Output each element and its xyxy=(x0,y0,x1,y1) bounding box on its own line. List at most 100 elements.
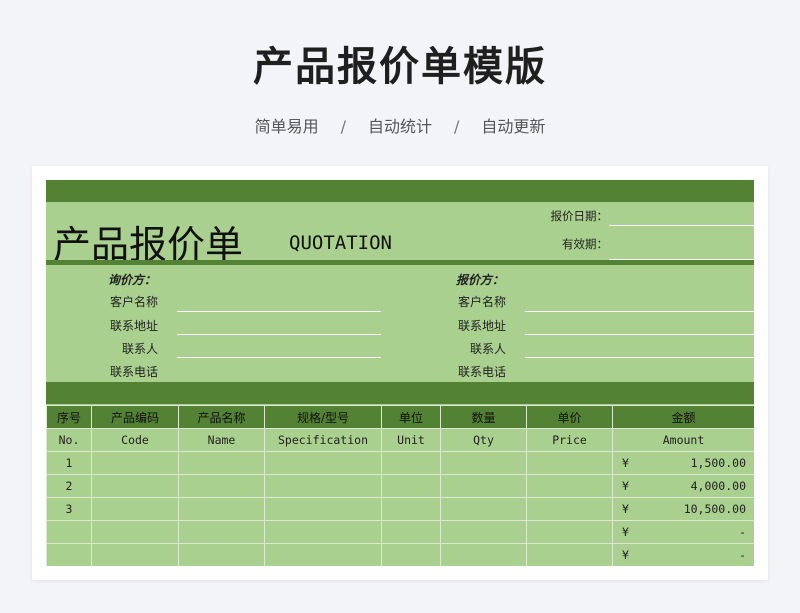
quoter-contact-label: 联系人 xyxy=(469,342,506,356)
quote-date-field[interactable] xyxy=(609,225,754,226)
row-unit-cell[interactable] xyxy=(381,474,441,498)
table-row: 3 ¥10,500.00 xyxy=(46,497,754,521)
header-amount-en: Amount xyxy=(612,428,754,452)
row-spec-cell[interactable] xyxy=(264,451,382,475)
inquirer-customer-field[interactable] xyxy=(177,311,381,312)
amount-value: - xyxy=(739,548,746,562)
inquirer-address-field[interactable] xyxy=(177,334,381,335)
amount-value: 4,000.00 xyxy=(690,479,746,493)
currency-symbol: ¥ xyxy=(622,479,629,493)
row-amount-cell: ¥ - xyxy=(612,520,754,544)
header-no-cn: 序号 xyxy=(46,405,92,429)
header-unit-en: Unit xyxy=(381,428,441,452)
row-unit-cell[interactable] xyxy=(381,543,441,566)
table-row: 2 ¥4,000.00 xyxy=(46,474,754,498)
row-code-cell[interactable] xyxy=(91,543,179,566)
row-code-cell[interactable] xyxy=(91,520,179,544)
inquirer-address-label: 联系地址 xyxy=(109,319,158,333)
valid-period-label: 有效期： xyxy=(562,237,608,251)
row-price-cell[interactable] xyxy=(526,497,613,521)
row-price-cell[interactable] xyxy=(526,474,613,498)
quotation-sheet: 产品报价单 QUOTATION 报价日期： 有效期： 询价方： 客户名称 联系地… xyxy=(46,180,754,566)
row-name-cell[interactable] xyxy=(178,497,265,521)
table-header-cn: 序号 产品编码 产品名称 规格/型号 单位 数量 单价 金额 xyxy=(46,405,754,429)
tag-auto-stats: 自动统计 xyxy=(367,117,432,136)
header-name-en: Name xyxy=(178,428,265,452)
row-no: 2 xyxy=(46,474,92,498)
row-amount-cell: ¥4,000.00 xyxy=(612,474,754,498)
row-no xyxy=(46,520,92,544)
row-spec-cell[interactable] xyxy=(264,474,382,498)
items-band xyxy=(46,382,754,404)
row-no xyxy=(46,543,92,566)
table-row: 1 ¥1,500.00 xyxy=(46,451,754,475)
header-name-cn: 产品名称 xyxy=(178,405,265,429)
inquirer-title: 询价方： xyxy=(108,273,157,287)
divider-band xyxy=(46,260,754,265)
row-code-cell[interactable] xyxy=(91,474,179,498)
top-band xyxy=(46,180,754,202)
row-name-cell[interactable] xyxy=(178,451,265,475)
quoter-address-field[interactable] xyxy=(525,334,754,335)
row-amount-cell: ¥10,500.00 xyxy=(612,497,754,521)
quote-date-label: 报价日期： xyxy=(550,209,609,223)
tag-separator: / xyxy=(454,117,460,136)
row-unit-cell[interactable] xyxy=(381,451,441,475)
header-amount-cn: 金额 xyxy=(612,405,754,429)
row-qty-cell[interactable] xyxy=(440,474,527,498)
inquirer-contact-field[interactable] xyxy=(177,357,381,358)
table-header-en: No. Code Name Specification Unit Qty Pri… xyxy=(46,428,754,452)
header-spec-en: Specification xyxy=(264,428,382,452)
sheet-title-en: QUOTATION xyxy=(289,232,392,254)
page-title: 产品报价单模版 xyxy=(253,44,547,90)
row-price-cell[interactable] xyxy=(526,451,613,475)
table-row: ¥ - xyxy=(46,520,754,544)
row-name-cell[interactable] xyxy=(178,520,265,544)
header-code-en: Code xyxy=(91,428,179,452)
row-amount-cell: ¥ - xyxy=(612,543,754,566)
tag-easy: 简单易用 xyxy=(254,117,319,136)
header-code-cn: 产品编码 xyxy=(91,405,179,429)
quoter-customer-field[interactable] xyxy=(525,311,754,312)
row-qty-cell[interactable] xyxy=(440,451,527,475)
items-table: 序号 产品编码 产品名称 规格/型号 单位 数量 单价 金额 No. Code … xyxy=(46,405,754,566)
quoter-phone-label: 联系电话 xyxy=(457,365,506,379)
header-no-en: No. xyxy=(46,428,92,452)
inquirer-phone-label: 联系电话 xyxy=(109,365,158,379)
row-code-cell[interactable] xyxy=(91,497,179,521)
row-no: 1 xyxy=(46,451,92,475)
inquirer-customer-label: 客户名称 xyxy=(109,295,158,309)
row-qty-cell[interactable] xyxy=(440,497,527,521)
quoter-customer-label: 客户名称 xyxy=(457,295,506,309)
inquirer-contact-label: 联系人 xyxy=(121,342,158,356)
feature-tags: 简单易用 / 自动统计 / 自动更新 xyxy=(0,113,800,137)
preview-card: 产品报价单 QUOTATION 报价日期： 有效期： 询价方： 客户名称 联系地… xyxy=(32,166,768,580)
row-name-cell[interactable] xyxy=(178,543,265,566)
amount-value: 10,500.00 xyxy=(683,502,746,516)
row-spec-cell[interactable] xyxy=(264,520,382,544)
header-price-cn: 单价 xyxy=(526,405,613,429)
header-unit-cn: 单位 xyxy=(381,405,441,429)
row-spec-cell[interactable] xyxy=(264,543,382,566)
row-amount-cell: ¥1,500.00 xyxy=(612,451,754,475)
amount-value: 1,500.00 xyxy=(690,456,746,470)
quoter-contact-field[interactable] xyxy=(525,357,754,358)
row-spec-cell[interactable] xyxy=(264,497,382,521)
row-qty-cell[interactable] xyxy=(440,543,527,566)
row-price-cell[interactable] xyxy=(526,543,613,566)
row-price-cell[interactable] xyxy=(526,520,613,544)
row-qty-cell[interactable] xyxy=(440,520,527,544)
quoter-address-label: 联系地址 xyxy=(457,319,506,333)
tag-auto-update: 自动更新 xyxy=(481,117,546,136)
row-unit-cell[interactable] xyxy=(381,520,441,544)
quoter-title: 报价方： xyxy=(456,273,505,287)
row-name-cell[interactable] xyxy=(178,474,265,498)
row-no: 3 xyxy=(46,497,92,521)
currency-symbol: ¥ xyxy=(622,548,629,562)
table-row: ¥ - xyxy=(46,543,754,566)
amount-value: - xyxy=(739,525,746,539)
header-qty-cn: 数量 xyxy=(440,405,527,429)
row-code-cell[interactable] xyxy=(91,451,179,475)
currency-symbol: ¥ xyxy=(622,525,629,539)
row-unit-cell[interactable] xyxy=(381,497,441,521)
